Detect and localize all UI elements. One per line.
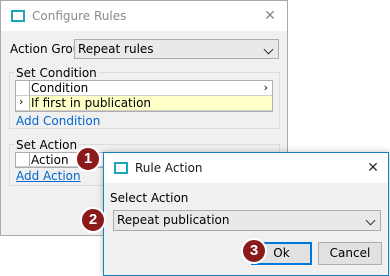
chevron-right-icon: ›: [263, 81, 268, 94]
condition-grid: Condition › › If first in publication: [15, 80, 273, 112]
select-action-label: Select Action: [110, 191, 189, 205]
select-action-value: Repeat publication: [117, 213, 230, 227]
condition-column-header[interactable]: Condition ›: [30, 81, 272, 96]
action-group-value: Repeat rules: [78, 42, 154, 56]
condition-row[interactable]: If first in publication: [30, 96, 272, 111]
set-condition-legend: Set Condition: [15, 66, 98, 80]
app-window-icon: [11, 10, 25, 22]
set-action-legend: Set Action: [15, 138, 79, 152]
step-badge-1: 1: [75, 146, 101, 172]
current-row-arrow-icon: ›: [19, 95, 24, 108]
cancel-button[interactable]: Cancel: [318, 242, 382, 265]
grid-corner-cell: [16, 153, 30, 167]
configure-rules-titlebar: Configure Rules ✕: [1, 1, 287, 31]
row-selector[interactable]: ›: [16, 95, 30, 111]
step-badge-2: 2: [80, 207, 106, 233]
step-badge-3: 3: [241, 238, 267, 264]
close-icon[interactable]: ✕: [263, 9, 277, 23]
chevron-down-icon: [263, 44, 274, 55]
select-action-dropdown[interactable]: Repeat publication: [113, 210, 381, 231]
add-action-link[interactable]: Add Action: [16, 169, 81, 183]
configure-rules-title: Configure Rules: [32, 9, 127, 23]
chevron-down-icon: [365, 215, 376, 226]
grid-corner-cell: [16, 81, 30, 96]
rule-action-title: Rule Action: [135, 161, 203, 175]
app-window-icon: [114, 162, 128, 174]
action-group-select[interactable]: Repeat rules: [74, 39, 279, 59]
rule-action-titlebar: Rule Action ✕: [104, 153, 388, 183]
add-condition-link[interactable]: Add Condition: [16, 114, 100, 128]
close-icon[interactable]: ✕: [366, 161, 380, 175]
